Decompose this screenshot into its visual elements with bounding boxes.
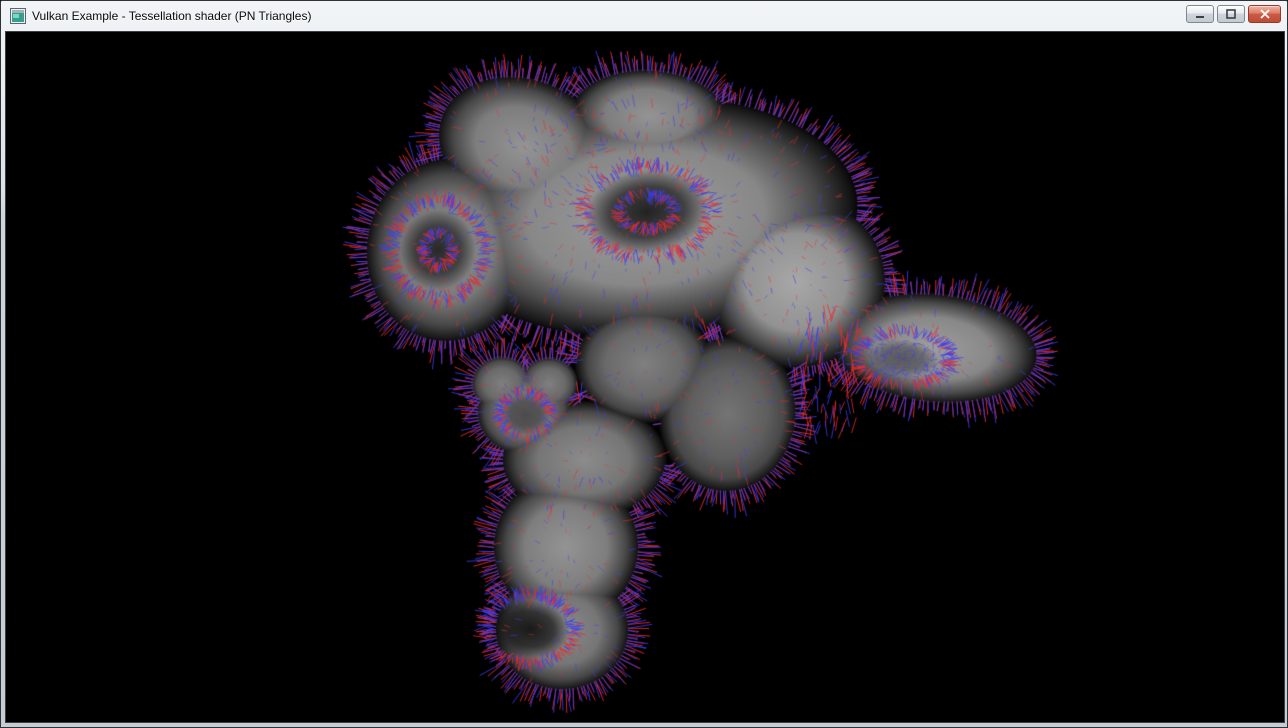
close-button[interactable] bbox=[1248, 5, 1281, 23]
minimize-button[interactable] bbox=[1186, 5, 1214, 23]
title-bar[interactable]: Vulkan Example - Tessellation shader (PN… bbox=[1, 1, 1287, 30]
window-title: Vulkan Example - Tessellation shader (PN… bbox=[32, 9, 311, 23]
render-area bbox=[5, 31, 1285, 723]
app-window: Vulkan Example - Tessellation shader (PN… bbox=[0, 0, 1288, 728]
app-icon-glyph bbox=[10, 8, 26, 24]
maximize-button[interactable] bbox=[1217, 5, 1245, 23]
close-icon bbox=[1259, 9, 1271, 19]
maximize-icon bbox=[1225, 9, 1237, 19]
vulkan-viewport-canvas[interactable] bbox=[6, 32, 1284, 722]
window-controls bbox=[1186, 5, 1281, 23]
minimize-icon bbox=[1194, 9, 1206, 19]
app-icon[interactable] bbox=[10, 8, 26, 24]
